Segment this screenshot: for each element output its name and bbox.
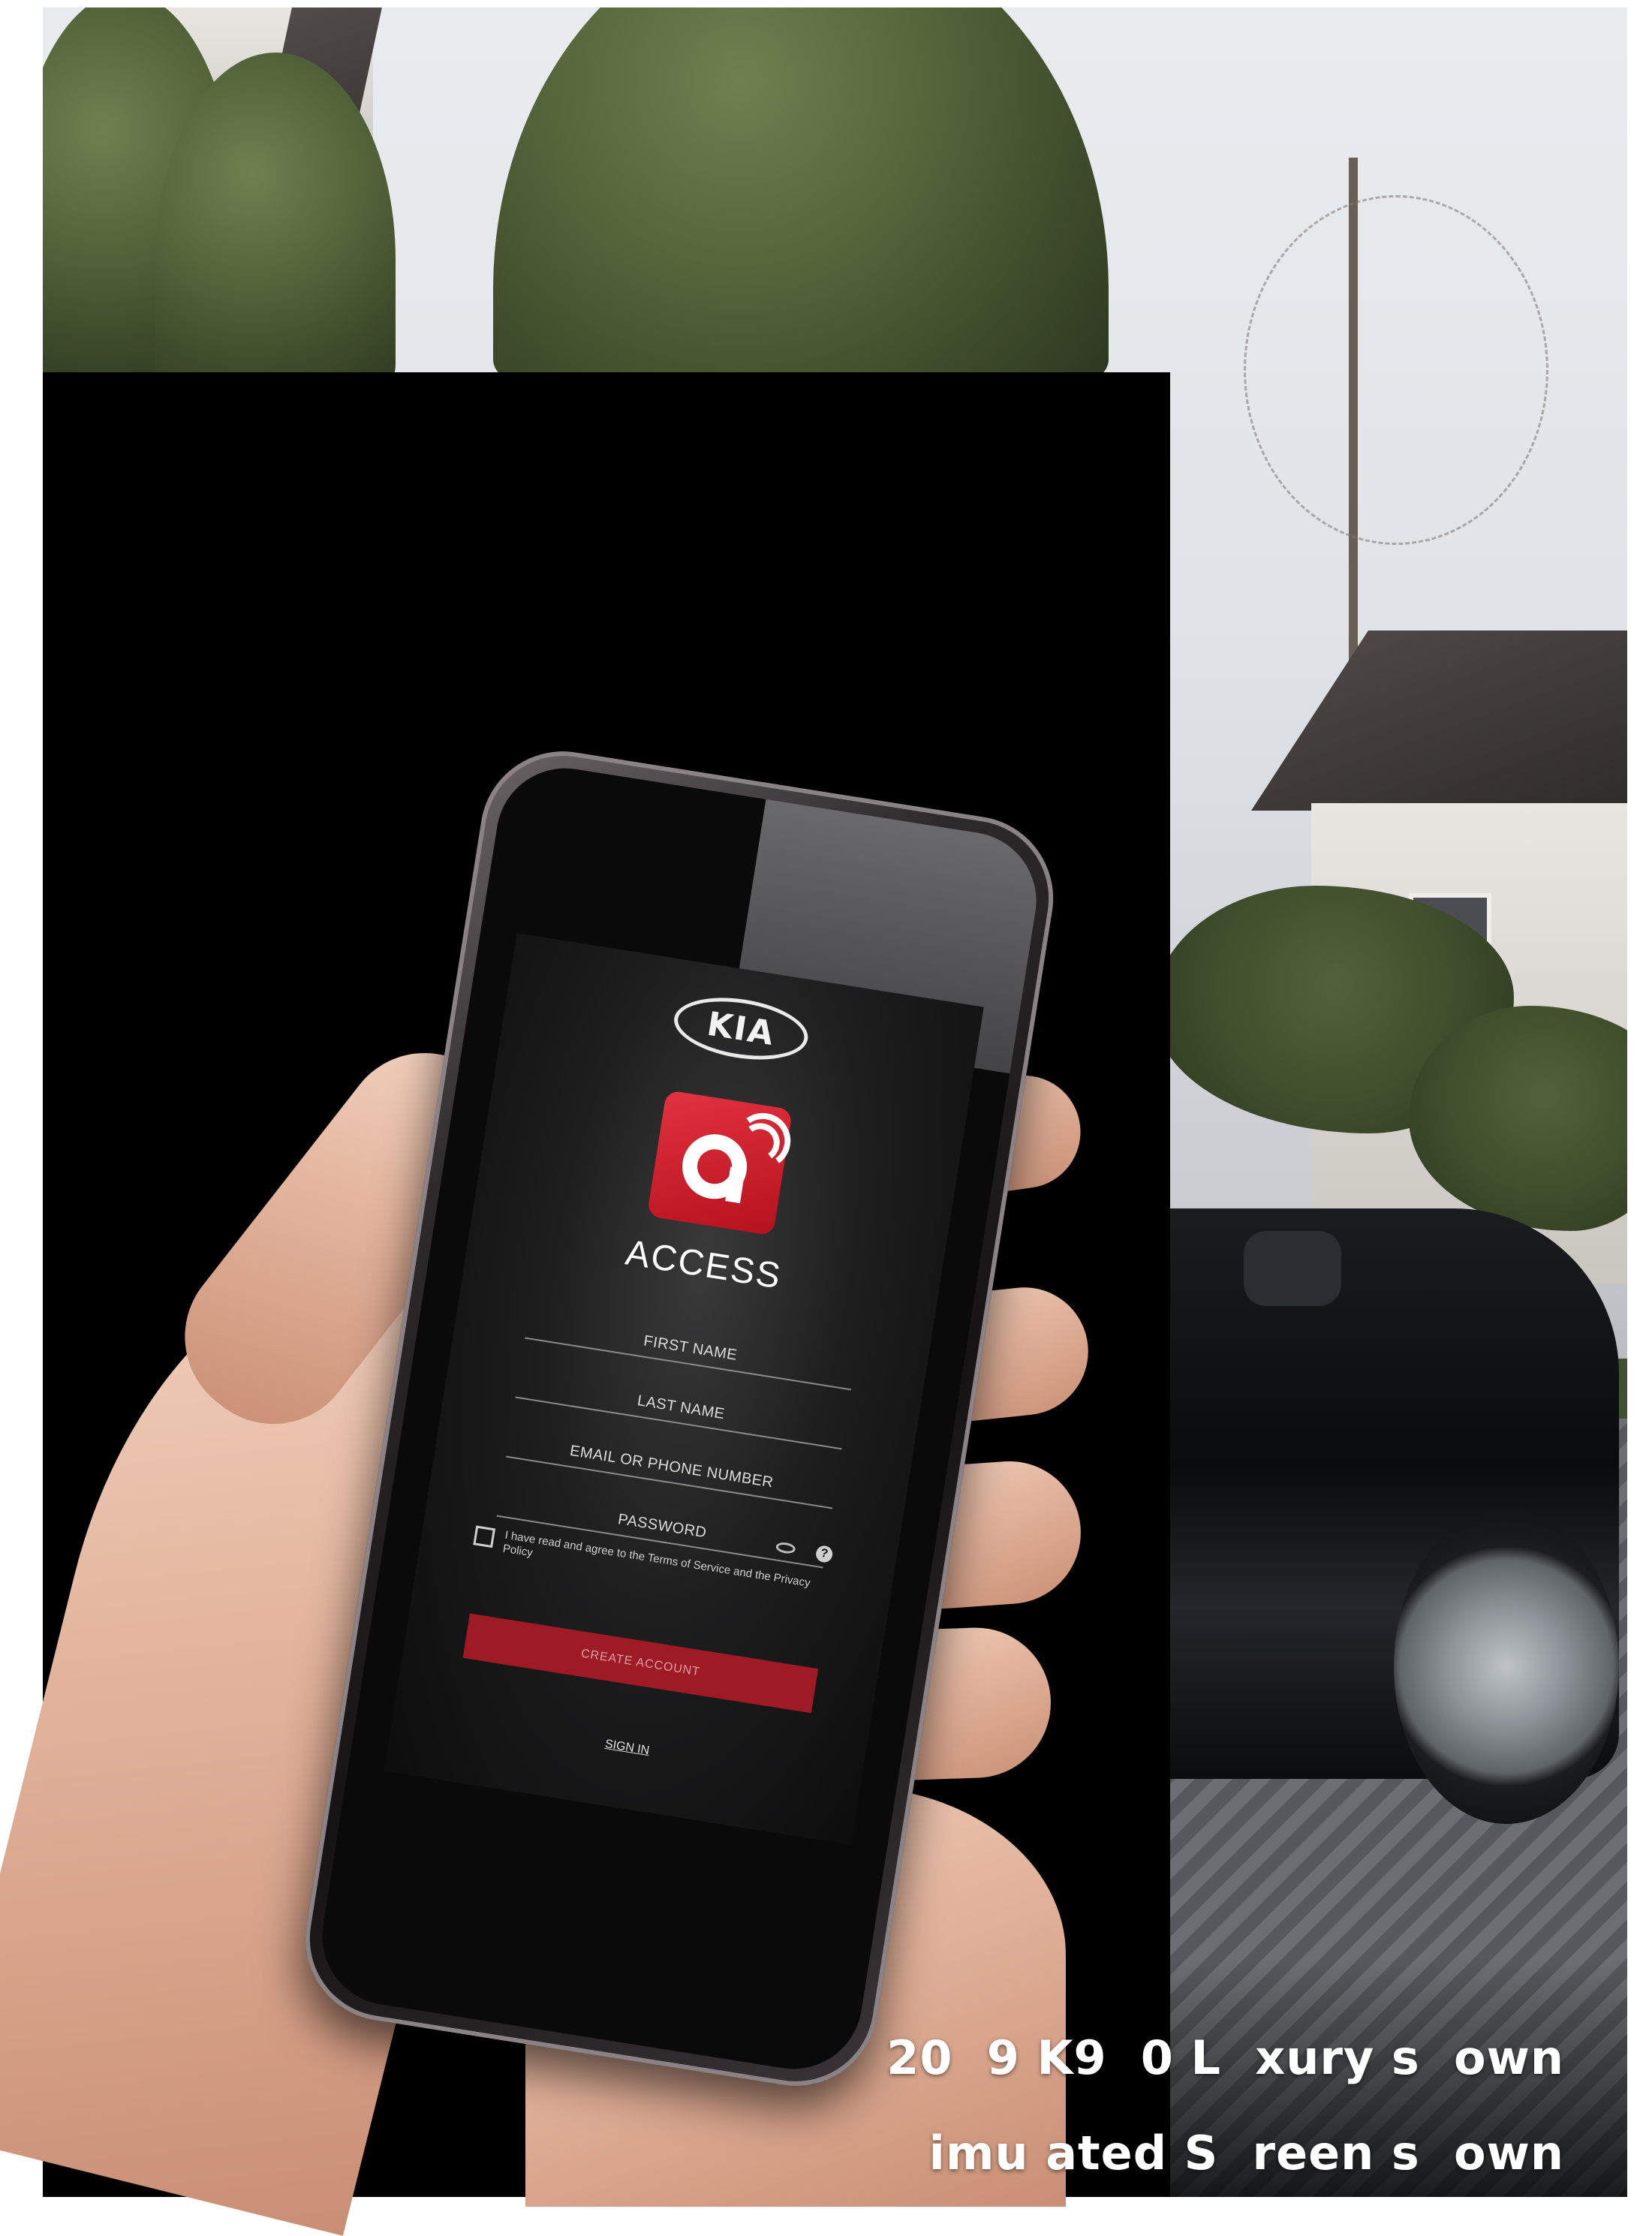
house-roof-right	[1251, 630, 1627, 811]
tree-branches	[1244, 195, 1548, 545]
caption-line-2: imu ated S reen s own	[928, 2126, 1564, 2180]
access-app-icon	[646, 1089, 795, 1236]
car-side-mirror	[1244, 1231, 1341, 1306]
create-account-button[interactable]: CREATE ACCOUNT	[462, 1613, 819, 1714]
terms-checkbox[interactable]	[473, 1525, 496, 1548]
kia-logo: KIA	[670, 989, 813, 1069]
hedge-tall	[493, 8, 1109, 383]
sign-in-link[interactable]: SIGN IN	[393, 1704, 862, 1791]
help-icon[interactable]: ?	[814, 1544, 834, 1564]
car-wheel	[1394, 1509, 1619, 1824]
caption-line-1: 20 9 K9 0 L xury s own	[886, 2030, 1564, 2085]
